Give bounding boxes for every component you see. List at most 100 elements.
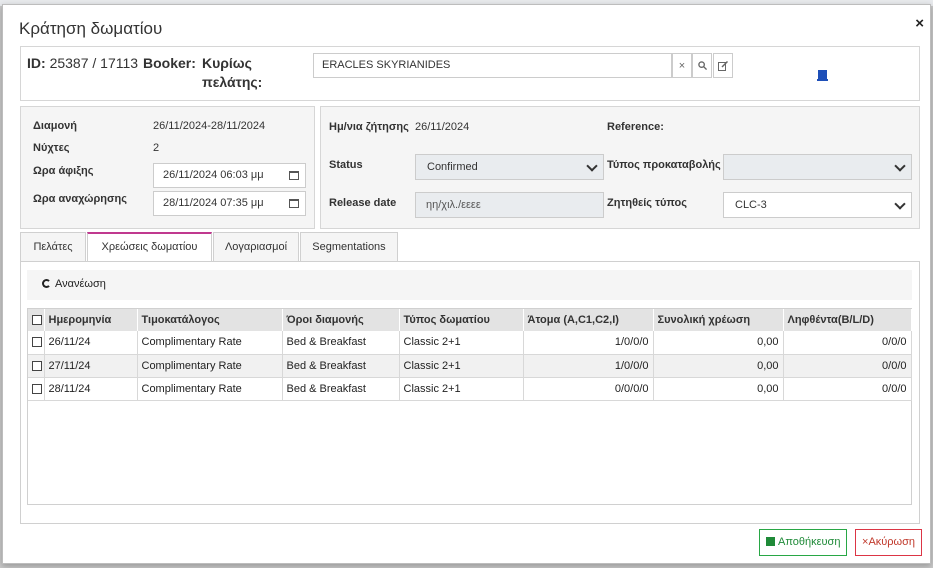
calendar-icon[interactable] xyxy=(289,199,299,208)
departure-datetime-field[interactable]: 28/11/2024 07:35 μμ xyxy=(153,191,306,216)
cell-room-type: Classic 2+1 xyxy=(399,331,524,355)
row-checkbox-cell xyxy=(28,354,45,378)
cell-board: Bed & Breakfast xyxy=(282,331,400,355)
nights-label: Νύχτες xyxy=(33,142,70,154)
request-date-label: Ημ/νια ζήτησης xyxy=(329,121,409,133)
cell-received: 0/0/0 xyxy=(783,354,912,378)
deposit-type-label: Τύπος προκαταβολής xyxy=(607,159,721,171)
save-icon xyxy=(766,537,775,546)
chevron-down-icon xyxy=(894,160,906,172)
column-header-date[interactable]: Ημερομηνία xyxy=(44,309,138,331)
departure-value: 28/11/2024 07:35 μμ xyxy=(163,197,264,209)
chevron-down-icon xyxy=(894,198,906,210)
cancel-button[interactable]: ×Ακύρωση xyxy=(855,529,923,556)
select-all-cell xyxy=(28,309,45,331)
charges-toolbar: Ανανέωση xyxy=(27,270,912,300)
cell-rate: Complimentary Rate xyxy=(137,354,283,378)
reference-label: Reference: xyxy=(607,121,664,133)
departure-label: Ωρα αναχώρησης xyxy=(33,193,127,205)
room-reservation-dialog: Κράτηση δωματίου × ID: 25387 / 17113 Boo… xyxy=(2,4,931,564)
cancel-label: Ακύρωση xyxy=(868,536,916,548)
reservation-id: ID: 25387 / 17113 xyxy=(27,55,138,71)
id-value: 25387 / 17113 xyxy=(49,55,139,71)
column-header-board[interactable]: Όροι διαμονής xyxy=(282,309,400,331)
calendar-icon[interactable] xyxy=(289,171,299,180)
tab-clients[interactable]: Πελάτες xyxy=(20,232,86,262)
cell-date: 26/11/24 xyxy=(44,331,138,355)
release-date-field[interactable]: ηη/χιλ./εεεε xyxy=(415,192,604,218)
cell-rate: Complimentary Rate xyxy=(137,377,283,401)
cell-total: 0,00 xyxy=(653,377,784,401)
row-checkbox[interactable] xyxy=(32,383,42,394)
save-button[interactable]: Αποθήκευση xyxy=(759,529,848,556)
release-date-label: Release date xyxy=(329,197,397,209)
table-header-row: Ημερομηνία Τιμοκατάλογος Όροι διαμονής Τ… xyxy=(28,309,912,331)
clear-client-button[interactable]: × xyxy=(672,53,692,78)
column-header-total[interactable]: Συνολική χρέωση xyxy=(653,309,784,331)
column-header-rate[interactable]: Τιμοκατάλογος xyxy=(137,309,283,331)
table-row[interactable]: 28/11/24 Complimentary Rate Bed & Breakf… xyxy=(28,377,912,401)
tab-bar: Πελάτες Χρεώσεις δωματίου Λογαριασμοί Se… xyxy=(20,232,920,262)
cell-rate: Complimentary Rate xyxy=(137,331,283,355)
stay-panel: Διαμονή 26/11/2024-28/11/2024 Νύχτες 2 Ω… xyxy=(20,106,315,229)
room-charges-panel: Ανανέωση Ημερομηνία Τιμοκατάλογος Όροι δ… xyxy=(20,261,920,524)
requested-type-label: Ζητηθείς τύπος xyxy=(607,197,687,209)
cell-persons: 0/0/0/0 xyxy=(523,377,654,401)
main-client-field[interactable]: ERACLES SKYRIANIDES xyxy=(313,53,672,78)
booker-label: Booker: xyxy=(143,55,196,71)
refresh-button[interactable]: Ανανέωση xyxy=(42,278,106,290)
row-checkbox[interactable] xyxy=(32,337,42,348)
status-label: Status xyxy=(329,159,363,171)
status-value: Confirmed xyxy=(427,161,478,173)
close-icon[interactable]: × xyxy=(915,15,924,32)
refresh-icon xyxy=(42,279,51,288)
cell-persons: 1/0/0/0 xyxy=(523,354,654,378)
save-label: Αποθήκευση xyxy=(778,536,841,548)
select-all-checkbox[interactable] xyxy=(32,315,42,326)
requested-type-select[interactable]: CLC-3 xyxy=(723,192,912,218)
tab-room-charges[interactable]: Χρεώσεις δωματίου xyxy=(87,232,212,262)
arrival-value: 26/11/2024 06:03 μμ xyxy=(163,169,264,181)
deposit-type-select[interactable] xyxy=(723,154,912,180)
cell-board: Bed & Breakfast xyxy=(282,354,400,378)
tab-accounts[interactable]: Λογαριασμοί xyxy=(213,232,299,262)
nights-value: 2 xyxy=(153,142,160,154)
dialog-title: Κράτηση δωματίου xyxy=(19,19,163,38)
cell-total: 0,00 xyxy=(653,331,784,355)
arrival-label: Ωρα άφιξης xyxy=(33,165,94,177)
arrival-datetime-field[interactable]: 26/11/2024 06:03 μμ xyxy=(153,163,306,188)
main-client-label: Κυρίως πελάτης: xyxy=(202,55,263,90)
chevron-down-icon xyxy=(586,160,598,172)
cell-received: 0/0/0 xyxy=(783,331,912,355)
row-checkbox[interactable] xyxy=(32,360,42,371)
request-date-value: 26/11/2024 xyxy=(415,121,470,133)
stay-label: Διαμονή xyxy=(33,120,78,132)
edit-icon xyxy=(718,60,728,71)
stay-value: 26/11/2024-28/11/2024 xyxy=(153,120,266,132)
cell-room-type: Classic 2+1 xyxy=(399,377,524,401)
table-row[interactable]: 27/11/24 Complimentary Rate Bed & Breakf… xyxy=(28,354,912,378)
table-row[interactable]: 26/11/24 Complimentary Rate Bed & Breakf… xyxy=(28,331,912,355)
column-header-persons[interactable]: Άτομα (A,C1,C2,I) xyxy=(523,309,654,331)
column-header-room-type[interactable]: Τύπος δωματίου xyxy=(399,309,524,331)
cell-date: 28/11/24 xyxy=(44,377,138,401)
tab-segmentations[interactable]: Segmentations xyxy=(300,232,398,262)
charges-grid: Ημερομηνία Τιμοκατάλογος Όροι διαμονής Τ… xyxy=(27,308,912,505)
search-client-button[interactable] xyxy=(692,53,712,78)
clear-icon: × xyxy=(678,59,686,72)
refresh-label: Ανανέωση xyxy=(55,278,106,290)
request-panel: Ημ/νια ζήτησης 26/11/2024 Reference: Sta… xyxy=(320,106,920,229)
row-checkbox-cell xyxy=(28,331,45,355)
status-select[interactable]: Confirmed xyxy=(415,154,604,180)
cell-received: 0/0/0 xyxy=(783,377,912,401)
column-header-received[interactable]: Ληφθέντα(B/L/D) xyxy=(783,309,912,331)
booker-marker-icon[interactable] xyxy=(817,70,828,81)
cell-date: 27/11/24 xyxy=(44,354,138,378)
requested-type-value: CLC-3 xyxy=(735,199,767,211)
cell-persons: 1/0/0/0 xyxy=(523,331,654,355)
id-label: ID: xyxy=(27,55,46,71)
cell-room-type: Classic 2+1 xyxy=(399,354,524,378)
edit-client-button[interactable] xyxy=(713,53,733,78)
header-panel: ID: 25387 / 17113 Booker: Κυρίως πελάτης… xyxy=(20,46,920,101)
cell-board: Bed & Breakfast xyxy=(282,377,400,401)
